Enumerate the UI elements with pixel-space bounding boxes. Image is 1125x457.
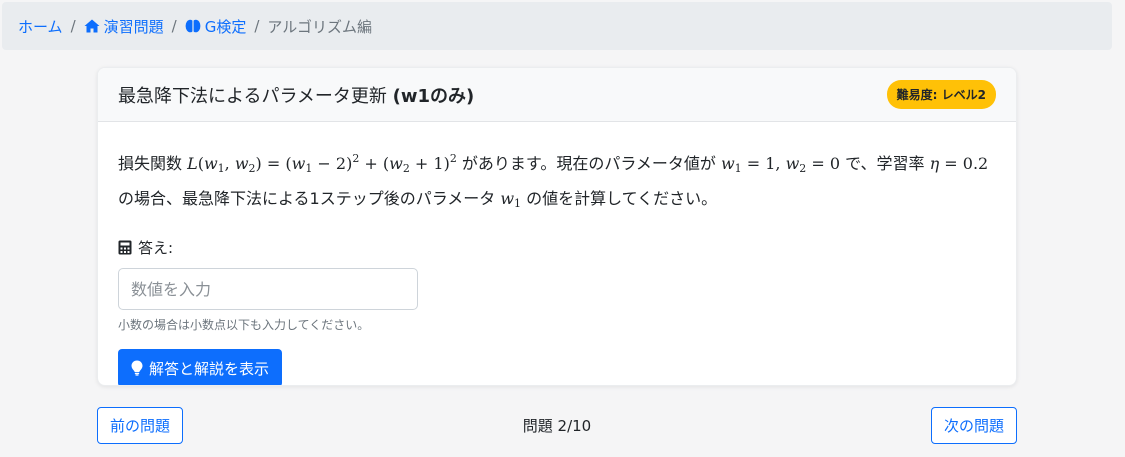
question-title-bold: (w1のみ) (392, 85, 475, 107)
prev-question-button[interactable]: 前の問題 (97, 407, 184, 444)
card-body: 損失関数 L(w1, w2) = (w1 − 2)2 + (w2 + 1)2 が… (98, 122, 1016, 385)
answer-input[interactable] (118, 268, 418, 310)
breadcrumb-separator: / (171, 17, 177, 35)
breadcrumb-separator: / (70, 17, 76, 35)
current-params-formula: w1 = 1, w2 = 0 (720, 154, 841, 175)
answer-label-text: 答え: (138, 239, 174, 257)
breadcrumb-home-link[interactable]: ホーム (18, 16, 63, 37)
question-title: 最急降下法によるパラメータ更新 (w1のみ) (118, 82, 474, 108)
breadcrumb-gkentei-link[interactable]: G検定 (185, 16, 247, 37)
loss-function-formula: L(w1, w2) = (w1 − 2)2 + (w2 + 1)2 (187, 152, 457, 175)
question-card: 最急降下法によるパラメータ更新 (w1のみ) 難易度: レベル2 損失関数 L(… (97, 67, 1017, 386)
next-question-button[interactable]: 次の問題 (930, 407, 1017, 444)
question-title-text: 最急降下法によるパラメータ更新 (118, 85, 393, 107)
show-answer-button[interactable]: 解答と解説を表示 (118, 349, 283, 385)
question-text-part: の値を計算してください。 (521, 189, 718, 208)
breadcrumb-current: アルゴリズム編 (267, 17, 372, 36)
question-text-part: があります。現在のパラメータ値が (456, 154, 721, 173)
breadcrumb-gkentei-label: G検定 (204, 17, 247, 36)
question-counter: 問題 2/10 (522, 417, 592, 435)
breadcrumb-separator: / (254, 17, 260, 35)
question-text-part: で、学習率 (840, 154, 930, 173)
answer-label: 答え: (118, 237, 996, 258)
breadcrumb-exercises-label: 演習問題 (103, 17, 164, 36)
brain-icon (185, 19, 201, 33)
breadcrumb: ホーム / 演習問題 / G検定 / アルゴリズム編 (2, 2, 1112, 50)
answer-hint: 小数の場合は小数点以下も入力してください。 (118, 318, 370, 332)
learning-rate-formula: η = 0.2 (929, 154, 989, 173)
question-text-part: の場合、最急降下法による1ステップ後のパラメータ (118, 189, 501, 208)
calculator-icon (118, 240, 132, 255)
home-icon (84, 19, 100, 33)
card-header: 最急降下法によるパラメータ更新 (w1のみ) 難易度: レベル2 (98, 68, 1016, 122)
difficulty-badge: 難易度: レベル2 (886, 80, 996, 109)
question-text-part: 損失関数 (118, 154, 188, 173)
question-navigation: 前の問題 問題 2/10 次の問題 (97, 407, 1017, 444)
question-text: 損失関数 L(w1, w2) = (w1 − 2)2 + (w2 + 1)2 が… (118, 144, 996, 219)
show-answer-label: 解答と解説を表示 (149, 359, 270, 378)
target-param-formula: w1 (500, 189, 522, 210)
lightbulb-icon (131, 360, 143, 376)
breadcrumb-exercises-link[interactable]: 演習問題 (84, 16, 164, 37)
